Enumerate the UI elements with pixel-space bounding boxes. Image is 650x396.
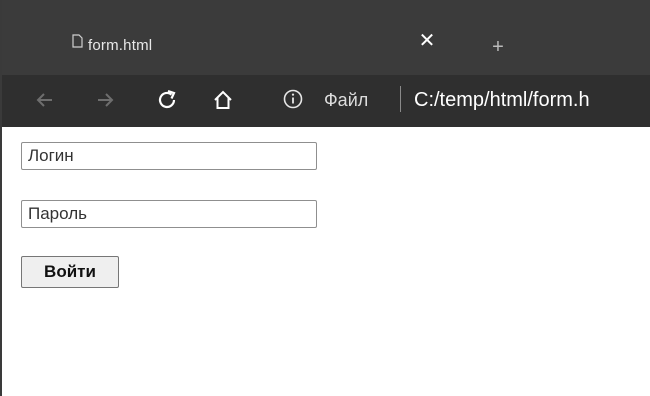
close-tab-icon[interactable]: ✕ — [416, 30, 438, 52]
forward-arrow-icon — [98, 93, 114, 107]
forward-button[interactable] — [92, 87, 118, 113]
info-icon[interactable] — [282, 88, 304, 110]
file-icon — [72, 34, 83, 48]
login-input[interactable] — [21, 142, 317, 170]
reload-button[interactable] — [154, 87, 180, 113]
home-button[interactable] — [210, 87, 236, 113]
address-divider — [400, 86, 401, 112]
password-input[interactable] — [21, 200, 317, 228]
back-button[interactable] — [32, 87, 58, 113]
tab-title: form.html — [88, 37, 153, 54]
reload-icon — [158, 89, 176, 109]
new-tab-icon[interactable]: + — [489, 37, 507, 57]
tab-bar: form.html ✕ + — [2, 0, 650, 75]
tab-form-html[interactable]: form.html ✕ — [60, 24, 450, 70]
login-submit-button[interactable]: Войти — [21, 256, 119, 288]
browser-window: form.html ✕ + Файл C:/temp/html/form.h Л… — [0, 0, 650, 396]
address-scheme-label: Файл — [324, 90, 369, 110]
page-content: Войти — [2, 127, 650, 396]
home-icon — [214, 90, 232, 109]
back-arrow-icon — [36, 93, 52, 107]
address-url[interactable]: C:/temp/html/form.h — [414, 88, 590, 112]
